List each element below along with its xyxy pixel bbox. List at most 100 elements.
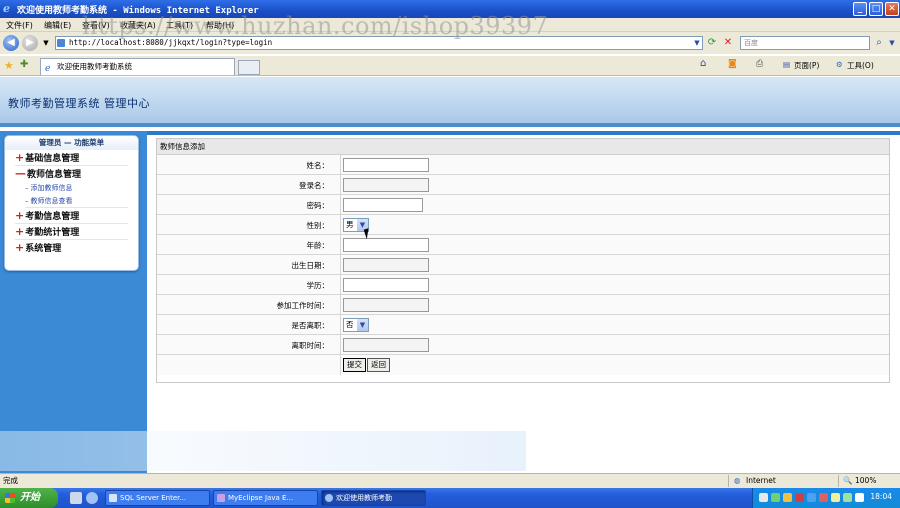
status-bar: 完成 ◍ Internet 🔍 100% xyxy=(0,473,900,488)
name-input[interactable] xyxy=(343,158,429,172)
tools-menu[interactable]: 工具(O) xyxy=(847,60,874,71)
menu-group-label: 考勤统计管理 xyxy=(25,228,80,238)
submit-button[interactable]: 提交 xyxy=(343,358,366,372)
ie-icon: ℯ xyxy=(3,2,10,15)
search-options-icon[interactable]: ▼ xyxy=(885,36,899,50)
back-button[interactable]: ◀ xyxy=(3,35,19,51)
address-input[interactable]: http://localhost:8080/jjkqxt/login?type=… xyxy=(55,36,703,50)
forward-button[interactable]: ▶ xyxy=(22,35,38,51)
keyboard-icon[interactable] xyxy=(759,493,768,502)
menu-view[interactable]: 查看(V) xyxy=(82,20,110,31)
status-divider xyxy=(728,475,729,487)
menu-group-label: 考勤信息管理 xyxy=(25,212,80,222)
window-titlebar: ℯ 欢迎使用教师考勤系统 - Windows Internet Explorer… xyxy=(0,0,900,18)
form-heading: 教师信息添加 xyxy=(157,139,889,155)
menu-tools[interactable]: 工具(T) xyxy=(166,20,193,31)
antivirus-icon[interactable] xyxy=(795,493,804,502)
resigned-select-value: 否 xyxy=(346,320,354,329)
cell-divider xyxy=(340,175,341,195)
history-dropdown-icon[interactable]: ▼ xyxy=(39,36,53,50)
tray-app-icon[interactable] xyxy=(855,493,864,502)
menu-group-label: 系统管理 xyxy=(25,244,62,254)
zoom-level[interactable]: 100% xyxy=(855,474,876,488)
address-bar: ◀ ▶ ▼ http://localhost:8080/jjkqxt/login… xyxy=(0,32,900,54)
menu-file[interactable]: 文件(F) xyxy=(6,20,33,31)
menu-group-teacher-info[interactable]: —教师信息管理 xyxy=(15,166,128,182)
menu-group-attendance-info[interactable]: +考勤信息管理 xyxy=(15,208,128,224)
feeds-icon[interactable]: ◙ xyxy=(728,59,737,69)
form-row-password: 密码： xyxy=(157,195,889,215)
system-tray: 18:04 xyxy=(752,488,900,508)
form-row-education: 学历： xyxy=(157,275,889,295)
bullet-icon: – xyxy=(25,197,29,205)
tray-app-icon[interactable] xyxy=(807,493,816,502)
minimize-button[interactable]: _ xyxy=(853,2,867,16)
menu-bar: 文件(F) 编辑(E) 查看(V) 收藏夹(A) 工具(T) 帮助(H) xyxy=(0,18,900,32)
expand-icon: + xyxy=(15,151,25,164)
network-icon[interactable] xyxy=(771,493,780,502)
work-start-input[interactable] xyxy=(343,298,429,312)
start-label: 开始 xyxy=(20,492,40,503)
search-input[interactable]: 百度 xyxy=(740,36,870,50)
form-row-work-start: 参加工作时间： xyxy=(157,295,889,315)
tools-menu-icon: ⚙ xyxy=(836,60,843,69)
menu-help[interactable]: 帮助(H) xyxy=(206,20,234,31)
new-tab-button[interactable] xyxy=(238,60,260,75)
menu-item-view-teacher[interactable]: – 教师信息查看 xyxy=(25,195,128,208)
menu-favorites[interactable]: 收藏夹(A) xyxy=(120,20,156,31)
function-menu: 管理员 — 功能菜单 +基础信息管理 —教师信息管理 – 添加教师信息 – 教师信息… xyxy=(4,135,139,271)
teacher-add-form: 教师信息添加 姓名： 登录名： 密码： 性别： 男 ▼ 年龄： 出生日期： 学历… xyxy=(156,138,890,383)
tab-main[interactable]: ℯ 欢迎使用教师考勤系统 xyxy=(40,58,235,75)
favorites-star-icon[interactable]: ★ xyxy=(4,59,14,72)
login-name-input[interactable] xyxy=(343,178,429,192)
form-row-actions: 提交 返回 xyxy=(157,355,889,375)
tray-app-icon[interactable] xyxy=(783,493,792,502)
menu-group-attendance-stats[interactable]: +考勤统计管理 xyxy=(15,224,128,240)
resigned-select[interactable]: 否 ▼ xyxy=(343,318,369,332)
task-ie-attendance[interactable]: 欢迎使用教师考勤 xyxy=(321,490,426,506)
zone-text: Internet xyxy=(746,476,776,485)
home-icon[interactable]: ⌂ xyxy=(700,58,706,69)
form-row-age: 年龄： xyxy=(157,235,889,255)
refresh-icon[interactable]: ⟳ xyxy=(705,36,719,50)
task-label: MyEclipse Java E... xyxy=(228,494,294,502)
task-sql-server[interactable]: SQL Server Enter... xyxy=(105,490,210,506)
birth-date-input[interactable] xyxy=(343,258,429,272)
menu-group-system[interactable]: +系统管理 xyxy=(15,240,128,256)
ie-quicklaunch-icon[interactable] xyxy=(86,492,98,504)
field-label: 学历： xyxy=(306,281,330,290)
menu-group-label: 基础信息管理 xyxy=(25,154,80,164)
menu-group-basic-info[interactable]: +基础信息管理 xyxy=(15,150,128,166)
status-text: 完成 xyxy=(3,476,18,485)
close-button[interactable]: ✕ xyxy=(885,2,899,16)
zoom-icon: 🔍 xyxy=(843,476,853,485)
maximize-button[interactable]: □ xyxy=(869,2,883,16)
myeclipse-icon xyxy=(217,494,225,502)
search-icon[interactable]: ⌕ xyxy=(872,36,886,50)
stop-icon[interactable]: ✕ xyxy=(721,36,735,50)
cell-divider xyxy=(340,275,341,295)
start-button[interactable]: 开始 xyxy=(0,488,58,508)
tray-app-icon[interactable] xyxy=(843,493,852,502)
task-label: SQL Server Enter... xyxy=(120,494,187,502)
menu-heading: 管理员 — 功能菜单 xyxy=(5,136,138,150)
menu-item-add-teacher[interactable]: – 添加教师信息 xyxy=(25,182,138,195)
show-desktop-icon[interactable] xyxy=(70,492,82,504)
back-button[interactable]: 返回 xyxy=(367,358,390,372)
print-icon[interactable]: ⎙ xyxy=(756,59,763,69)
age-input[interactable] xyxy=(343,238,429,252)
add-favorite-icon[interactable]: ✚ xyxy=(20,59,28,70)
task-myeclipse[interactable]: MyEclipse Java E... xyxy=(213,490,318,506)
volume-icon[interactable] xyxy=(831,493,840,502)
field-label: 姓名： xyxy=(306,161,330,170)
resign-time-input[interactable] xyxy=(343,338,429,352)
window-title: 欢迎使用教师考勤系统 - Windows Internet Explorer xyxy=(17,6,259,16)
education-input[interactable] xyxy=(343,278,429,292)
address-dropdown-icon[interactable]: ▼ xyxy=(690,36,704,50)
page-menu[interactable]: 页面(P) xyxy=(794,60,819,71)
tray-app-icon[interactable] xyxy=(819,493,828,502)
chevron-down-icon: ▼ xyxy=(357,319,368,331)
password-input[interactable] xyxy=(343,198,423,212)
menu-edit[interactable]: 编辑(E) xyxy=(44,20,71,31)
tab-label: 欢迎使用教师考勤系统 xyxy=(57,62,132,71)
